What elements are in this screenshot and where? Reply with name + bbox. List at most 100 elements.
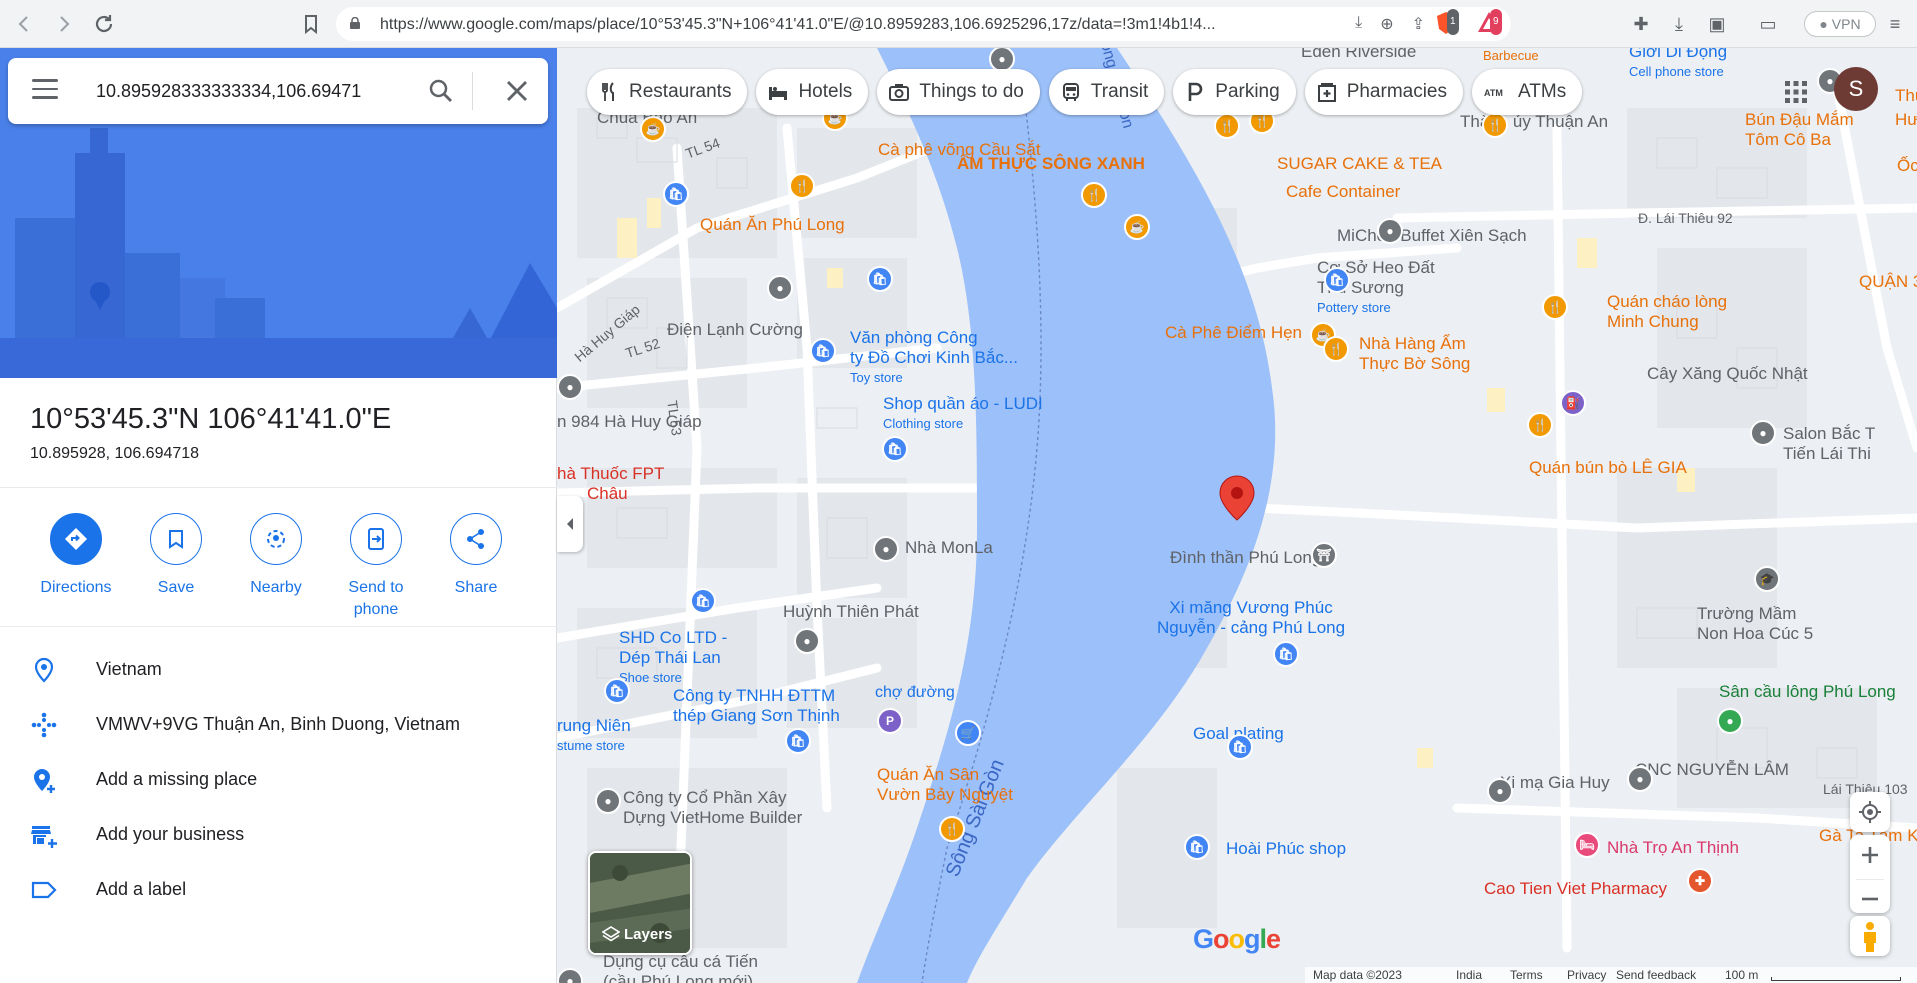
map-label[interactable]: Thu: [1895, 86, 1917, 106]
map-label[interactable]: Quán Ăn Sân Vườn Bảy Nguyệt: [877, 765, 1013, 805]
zoom-out-icon[interactable]: [1850, 880, 1890, 918]
map-label[interactable]: Cao Tien Viet Pharmacy: [1484, 879, 1667, 899]
lodging-pin-icon[interactable]: 🛏: [1574, 832, 1600, 858]
info-row-country[interactable]: Vietnam: [0, 643, 557, 697]
info-row-add-label[interactable]: Add a label: [0, 863, 557, 917]
landmark-pin-icon[interactable]: ●: [1750, 420, 1776, 446]
map-label[interactable]: Điện Lạnh Cường: [667, 320, 803, 340]
map-label[interactable]: n 984 Hà Huy Giáp: [557, 412, 702, 432]
google-apps-icon[interactable]: [1783, 79, 1809, 105]
sidebar-icon[interactable]: ▣: [1704, 11, 1730, 37]
map-label[interactable]: Nhà MonLa: [905, 538, 993, 558]
collapse-panel-button[interactable]: [557, 496, 583, 552]
pharmacy-pin-icon[interactable]: ✚: [1687, 868, 1713, 894]
terms-link[interactable]: Terms: [1510, 968, 1543, 982]
brave-rewards-icon[interactable]: 9: [1476, 9, 1502, 37]
wallet-icon[interactable]: ▭: [1755, 11, 1781, 37]
avatar[interactable]: S: [1834, 67, 1878, 111]
map-label[interactable]: Eden Riverside: [1301, 48, 1416, 62]
sports-pin-icon[interactable]: ●: [1717, 708, 1743, 734]
nearby-button[interactable]: Nearby: [226, 513, 326, 599]
map-label[interactable]: chợ đường: [875, 683, 955, 703]
map-label[interactable]: Xi măng Vương Phúc Nguyễn - cảng Phú Long: [1157, 598, 1345, 638]
landmark-pin-icon[interactable]: ●: [794, 628, 820, 654]
directions-button[interactable]: Directions: [26, 513, 126, 599]
chip-atms[interactable]: ATM ATMs: [1472, 69, 1583, 115]
map-label[interactable]: Salon Bắc T Tiến Lái Thi: [1783, 424, 1875, 464]
restaurant-pin-icon[interactable]: 🍴: [939, 816, 965, 842]
landmark-pin-icon[interactable]: ●: [1627, 766, 1653, 792]
map-label[interactable]: Quán cháo lòng Minh Chung: [1607, 292, 1727, 332]
map-label[interactable]: CNC NGUYỄN LÂM: [1635, 760, 1789, 780]
map-label[interactable]: Nhà Trọ An Thịnh: [1607, 838, 1739, 858]
map-label[interactable]: Quán Ăn Phú Long: [700, 215, 845, 235]
shop-pin-icon[interactable]: 🛍: [663, 181, 689, 207]
shop-pin-icon[interactable]: 🛍: [690, 588, 716, 614]
info-row-add-place[interactable]: Add a missing place: [0, 753, 557, 807]
chip-hotels[interactable]: Hotels: [756, 69, 869, 115]
url-text[interactable]: https://www.google.com/maps/place/10°53'…: [380, 16, 1235, 34]
map-label[interactable]: Đình thần Phú Long: [1170, 548, 1321, 568]
landmark-pin-icon[interactable]: ●: [767, 275, 793, 301]
info-row-plus-code[interactable]: VMWV+9VG Thuận An, Binh Duong, Vietnam: [0, 698, 557, 752]
install-icon[interactable]: ⤓: [1355, 14, 1362, 34]
close-icon[interactable]: [504, 78, 530, 104]
map-label[interactable]: Xi mạ Gia Huy: [1500, 773, 1610, 793]
map-label[interactable]: Sân cầu lông Phú Long: [1719, 682, 1896, 702]
map-label[interactable]: Huỳnh Thiên Phát: [783, 602, 919, 622]
map-label[interactable]: Barbecue: [1483, 48, 1539, 66]
shop-pin-icon[interactable]: 🛍: [1184, 834, 1210, 860]
landmark-pin-icon[interactable]: ●: [873, 536, 899, 562]
chip-restaurants[interactable]: Restaurants: [587, 69, 748, 115]
downloads-icon[interactable]: ⤓: [1666, 11, 1692, 37]
menu-icon[interactable]: ≡: [1882, 11, 1908, 37]
save-button[interactable]: Save: [126, 513, 226, 599]
pegman-button[interactable]: [1850, 916, 1890, 956]
landmark-pin-icon[interactable]: ●: [595, 788, 621, 814]
map-label[interactable]: Cà Phê Điểm Hẹn: [1165, 323, 1302, 343]
share-page-icon[interactable]: ⇪: [1412, 14, 1425, 34]
shop-pin-icon[interactable]: 🛍: [1227, 734, 1253, 760]
map-label[interactable]: Quán bún bò LÊ GIA: [1529, 458, 1687, 478]
map-label[interactable]: Cafe Container: [1286, 182, 1400, 202]
landmark-pin-icon[interactable]: ●: [557, 374, 583, 400]
map-label[interactable]: Ốc: [1897, 156, 1917, 176]
map-label[interactable]: rung Niên stume store: [557, 716, 631, 756]
cafe-pin-icon[interactable]: ☕: [640, 116, 666, 142]
gas-station-pin-icon[interactable]: ⛽: [1560, 390, 1586, 416]
restaurant-pin-icon[interactable]: 🍴: [1323, 336, 1349, 362]
shop-pin-icon[interactable]: 🛍: [867, 266, 893, 292]
layers-button[interactable]: Layers: [588, 851, 692, 955]
send-feedback-link[interactable]: Send feedback: [1616, 968, 1696, 982]
map-label[interactable]: Công ty Cổ Phần Xây Dựng VietHome Builder: [623, 788, 802, 828]
restaurant-pin-icon[interactable]: 🍴: [1214, 113, 1240, 139]
address-bar[interactable]: https://www.google.com/maps/place/10°53'…: [336, 7, 1511, 41]
map-label[interactable]: Văn phòng Công ty Đồ Chơi Kinh Bắc... Toy …: [850, 328, 1018, 388]
landmark-pin-icon[interactable]: ●: [1487, 778, 1513, 804]
brave-shield-icon[interactable]: 1: [1433, 9, 1459, 37]
shop-pin-icon[interactable]: 🛍: [1324, 267, 1350, 293]
hamburger-menu-icon[interactable]: [32, 79, 58, 101]
chip-things-to-do[interactable]: Things to do: [877, 69, 1040, 115]
zoom-in-icon[interactable]: [1850, 835, 1890, 874]
map-label[interactable]: Hư: [1895, 110, 1917, 130]
temple-pin-icon[interactable]: ⛩: [1311, 542, 1337, 568]
map-label[interactable]: Hoài Phúc shop: [1226, 839, 1346, 859]
map-label[interactable]: Cây Xăng Quốc Nhật: [1647, 364, 1808, 384]
vpn-button[interactable]: ● VPN: [1804, 11, 1876, 37]
map-label[interactable]: SHD Co LTD - Dép Thái Lan Shoe store: [619, 628, 727, 688]
cafe-pin-icon[interactable]: ☕: [1124, 214, 1150, 240]
map-canvas[interactable]: Eden Riverside Barbecue Giới Di Động Cell…: [557, 48, 1917, 983]
shop-pin-icon[interactable]: 🛍: [1273, 641, 1299, 667]
send-to-phone-button[interactable]: Send to phone: [326, 513, 426, 621]
map-label[interactable]: Trường Mầm Non Hoa Cúc 5: [1697, 604, 1813, 644]
reload-icon[interactable]: [92, 12, 116, 36]
share-button[interactable]: Share: [426, 513, 526, 599]
school-pin-icon[interactable]: 🎓: [1754, 566, 1780, 592]
chip-pharmacies[interactable]: Pharmacies: [1304, 69, 1464, 115]
search-icon[interactable]: [428, 78, 454, 104]
search-input[interactable]: [96, 76, 404, 106]
map-label[interactable]: SUGAR CAKE & TEA: [1277, 154, 1442, 174]
country-link[interactable]: India: [1456, 968, 1482, 982]
my-location-button[interactable]: [1850, 792, 1890, 832]
